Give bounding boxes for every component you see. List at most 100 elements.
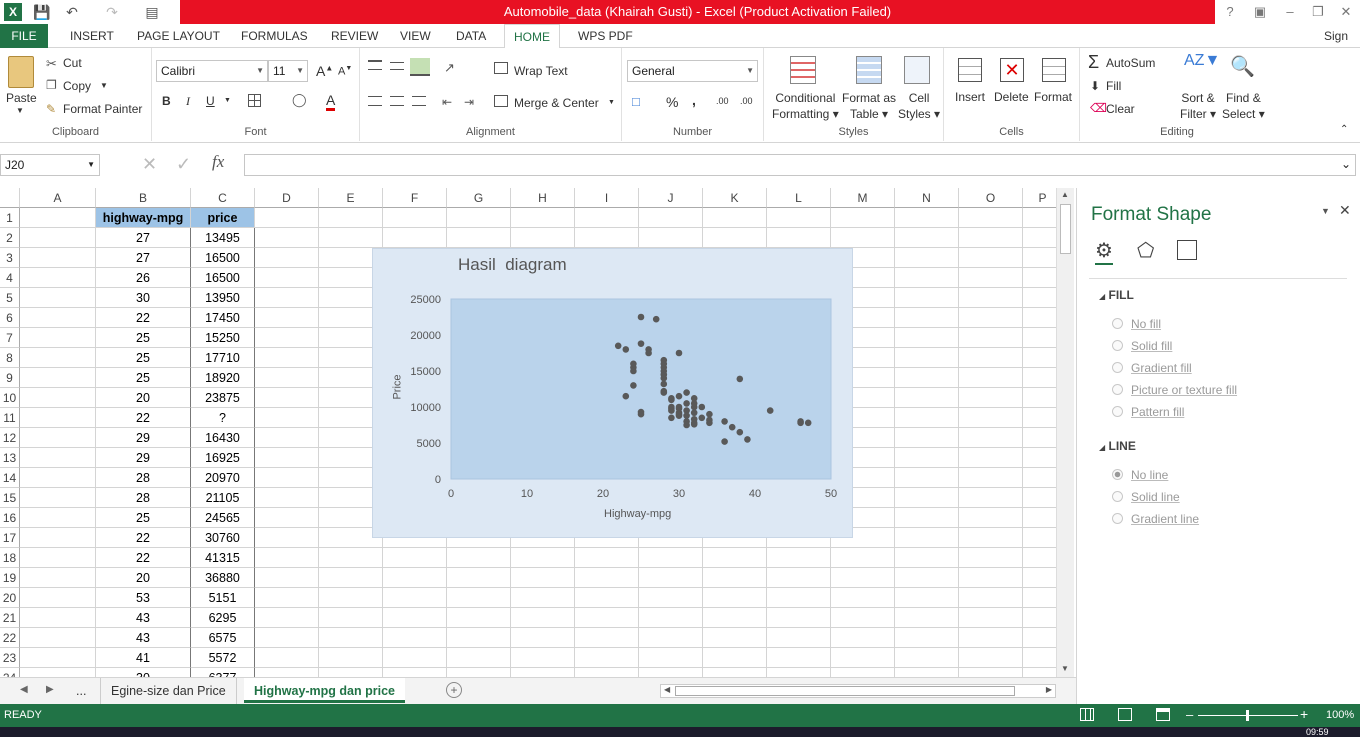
merge-center-button[interactable]: Merge & Center: [514, 96, 599, 110]
formula-input[interactable]: ⌄: [244, 154, 1356, 176]
header-cell-b[interactable]: highway-mpg: [96, 208, 191, 228]
percent-button[interactable]: %: [666, 94, 678, 110]
cell-o17[interactable]: [959, 528, 1023, 548]
table-cell-c20[interactable]: 5151: [191, 588, 255, 608]
column-header-h[interactable]: H: [511, 188, 575, 208]
cell-a5[interactable]: [20, 288, 96, 308]
name-box[interactable]: J20 ▼: [0, 154, 100, 176]
align-right-icon[interactable]: [412, 96, 426, 106]
scatter-point[interactable]: [706, 410, 713, 418]
cell-l22[interactable]: [767, 628, 831, 648]
cell-o12[interactable]: [959, 428, 1023, 448]
column-header-l[interactable]: L: [767, 188, 831, 208]
scroll-right-icon[interactable]: ▶: [1046, 685, 1052, 694]
scatter-point[interactable]: [683, 389, 690, 396]
header-cell-c[interactable]: price: [191, 208, 255, 228]
cell-p1[interactable]: [1023, 208, 1056, 228]
orientation-icon[interactable]: ↗: [444, 60, 455, 76]
cell-g1[interactable]: [447, 208, 511, 228]
cell-k20[interactable]: [703, 588, 767, 608]
table-cell-c3[interactable]: 16500: [191, 248, 255, 268]
pattern-fill-option[interactable]: Pattern fill: [1112, 405, 1184, 419]
gradient-fill-option[interactable]: Gradient fill: [1112, 361, 1192, 375]
cell-e21[interactable]: [319, 608, 383, 628]
scatter-point[interactable]: [744, 436, 751, 443]
tab-page-layout[interactable]: PAGE LAYOUT: [133, 24, 224, 48]
cell-a14[interactable]: [20, 468, 96, 488]
scatter-point[interactable]: [668, 414, 675, 422]
scatter-point[interactable]: [630, 382, 637, 389]
cell-m20[interactable]: [831, 588, 895, 608]
row-header-10[interactable]: 10: [0, 388, 20, 408]
cell-i1[interactable]: [575, 208, 639, 228]
row-header-11[interactable]: 11: [0, 408, 20, 428]
cell-d16[interactable]: [255, 508, 319, 528]
no-fill-radio[interactable]: [1112, 318, 1123, 329]
cell-l19[interactable]: [767, 568, 831, 588]
cell-p4[interactable]: [1023, 268, 1056, 288]
cell-n6[interactable]: [895, 308, 959, 328]
column-header-m[interactable]: M: [831, 188, 895, 208]
cell-i2[interactable]: [575, 228, 639, 248]
cell-p11[interactable]: [1023, 408, 1056, 428]
tab-review[interactable]: REVIEW: [327, 24, 382, 48]
cell-d4[interactable]: [255, 268, 319, 288]
enter-icon[interactable]: ✓: [176, 154, 191, 175]
cell-j19[interactable]: [639, 568, 703, 588]
table-cell-b17[interactable]: 22: [96, 528, 191, 548]
vertical-scrollbar[interactable]: ▲ ▼: [1056, 188, 1074, 677]
select-all-corner[interactable]: [0, 188, 20, 208]
minimize-button[interactable]: –: [1278, 3, 1302, 21]
cell-n19[interactable]: [895, 568, 959, 588]
effects-icon[interactable]: ⬠: [1137, 238, 1154, 263]
fill-section-header[interactable]: ◢ FILL: [1099, 288, 1134, 302]
cell-n9[interactable]: [895, 368, 959, 388]
cell-l20[interactable]: [767, 588, 831, 608]
cell-p20[interactable]: [1023, 588, 1056, 608]
find-select-button[interactable]: Find & Select ▾: [1222, 90, 1265, 122]
fill-line-icon[interactable]: ⚙: [1095, 238, 1113, 265]
scatter-point[interactable]: [736, 375, 744, 383]
table-cell-c6[interactable]: 17450: [191, 308, 255, 328]
table-cell-c16[interactable]: 24565: [191, 508, 255, 528]
table-cell-c14[interactable]: 20970: [191, 468, 255, 488]
cell-a1[interactable]: [20, 208, 96, 228]
scatter-chart[interactable]: Hasil diagram 0 5000 10000 15000 20000 25000 0…: [372, 248, 853, 538]
zoom-slider-thumb[interactable]: [1246, 710, 1249, 721]
table-cell-c23[interactable]: 5572: [191, 648, 255, 668]
table-cell-b13[interactable]: 29: [96, 448, 191, 468]
scatter-point[interactable]: [721, 438, 728, 445]
cell-a13[interactable]: [20, 448, 96, 468]
scatter-point[interactable]: [630, 367, 637, 375]
cell-a15[interactable]: [20, 488, 96, 508]
cell-d1[interactable]: [255, 208, 319, 228]
grow-font-icon[interactable]: A▲: [316, 63, 333, 79]
cell-n2[interactable]: [895, 228, 959, 248]
solid-fill-option[interactable]: Solid fill: [1112, 339, 1172, 353]
shrink-font-icon[interactable]: A▼: [338, 65, 352, 78]
row-header-16[interactable]: 16: [0, 508, 20, 528]
cell-n17[interactable]: [895, 528, 959, 548]
line-section-header[interactable]: ◢ LINE: [1099, 439, 1136, 453]
cell-n24[interactable]: [895, 668, 959, 677]
no-line-option[interactable]: No line: [1112, 468, 1168, 482]
row-header-13[interactable]: 13: [0, 448, 20, 468]
collapse-ribbon-icon[interactable]: ⌃: [1340, 124, 1348, 135]
table-cell-c22[interactable]: 6575: [191, 628, 255, 648]
zoom-level[interactable]: 100%: [1326, 709, 1354, 721]
scatter-point[interactable]: [637, 410, 645, 418]
cell-j24[interactable]: [639, 668, 703, 677]
cell-o21[interactable]: [959, 608, 1023, 628]
column-header-c[interactable]: C: [191, 188, 255, 208]
autosum-button[interactable]: AutoSum: [1106, 56, 1155, 70]
cell-e2[interactable]: [319, 228, 383, 248]
column-header-b[interactable]: B: [96, 188, 191, 208]
cell-l1[interactable]: [767, 208, 831, 228]
sheet-tab-highway-mpg[interactable]: Highway-mpg dan price: [244, 678, 405, 703]
accounting-format-icon[interactable]: □: [632, 94, 640, 109]
gradient-line-option[interactable]: Gradient line: [1112, 512, 1199, 526]
cell-d15[interactable]: [255, 488, 319, 508]
scatter-point[interactable]: [675, 410, 683, 418]
normal-view-icon[interactable]: [1080, 708, 1094, 721]
table-cell-c10[interactable]: 23875: [191, 388, 255, 408]
